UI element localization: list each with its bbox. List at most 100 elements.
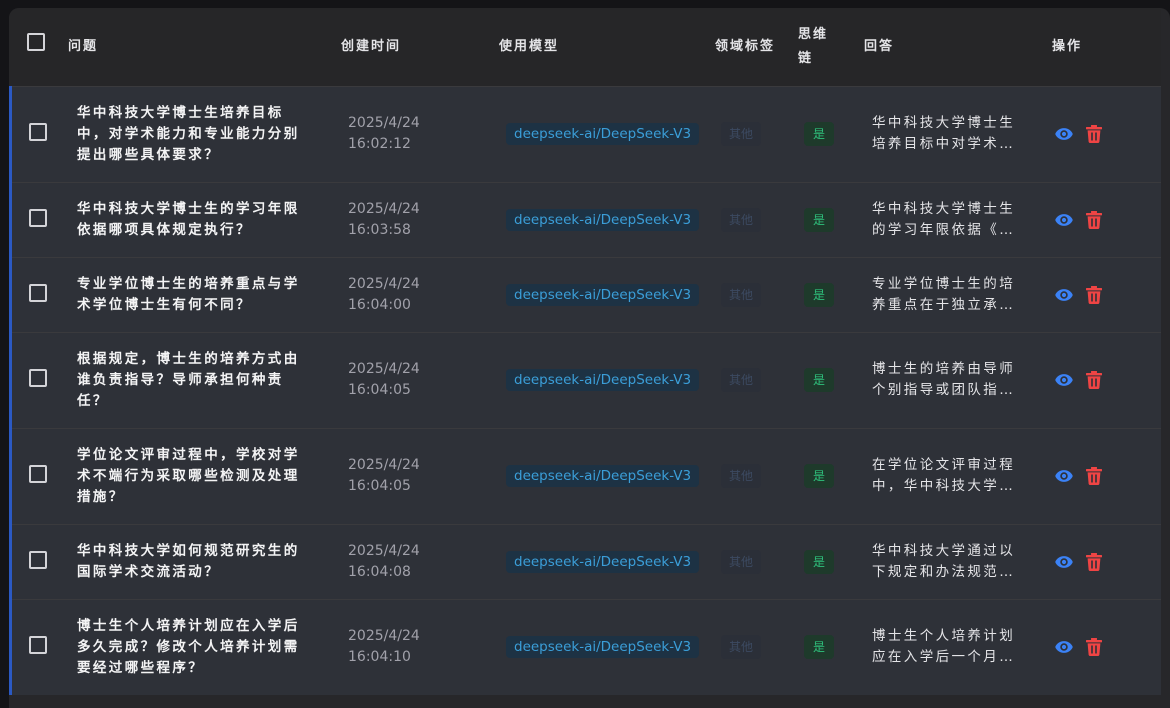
cot-tag: 是 xyxy=(804,549,835,574)
model-tag: deepseek-ai/DeepSeek-V3 xyxy=(506,636,700,659)
created-date: 2025/4/24 xyxy=(348,457,420,473)
table-row[interactable]: 博士生个人培养计划应在入学后 多久完成？修改个人培养计划需 要经过哪些程序？ 2025… xyxy=(9,598,1161,695)
model-tag: deepseek-ai/DeepSeek-V3 xyxy=(506,123,700,145)
created-date: 2025/4/24 xyxy=(348,361,420,377)
trash-icon[interactable] xyxy=(1086,210,1102,229)
table-row[interactable]: 华中科技大学博士生培养目标 中，对学术能力和专业能力分别 提出哪些具体要求？ 2025… xyxy=(9,85,1161,182)
answer-preview[interactable]: 华中科技大学博士生 培养目标中对学术… xyxy=(864,113,1022,155)
row-checkbox[interactable] xyxy=(29,636,47,655)
table-row[interactable]: 华中科技大学博士生的学习年限 依据哪项具体规定执行？ 2025/4/24 16:03:… xyxy=(9,181,1161,257)
table-row[interactable]: 专业学位博士生的培养重点与学 术学位博士生有何不同？ 2025/4/24 16:04:… xyxy=(9,256,1161,332)
created-time: 2025/4/24 16:04:05 xyxy=(341,455,499,497)
table-row[interactable]: 根据规定，博士生的培养方式由 谁负责指导？导师承担何种责 任？ 2025/4/24 16… xyxy=(9,331,1161,428)
answer-line: 博士生的培养由导师 xyxy=(872,361,1016,377)
created-date: 2025/4/24 xyxy=(348,628,420,645)
model-tag: deepseek-ai/DeepSeek-V3 xyxy=(506,465,700,487)
domain-tag: 其他 xyxy=(721,122,762,146)
trash-icon[interactable] xyxy=(1086,467,1102,485)
question-line: 国际学术交流活动？ xyxy=(77,563,221,580)
created-time: 2025/4/24 16:04:00 xyxy=(341,274,499,316)
answer-line: 华中科技大学博士生 xyxy=(872,115,1016,131)
model-tag: deepseek-ai/DeepSeek-V3 xyxy=(506,550,700,573)
eye-icon[interactable] xyxy=(1054,637,1074,657)
domain-tag: 其他 xyxy=(721,464,762,488)
table-row[interactable]: 华中科技大学如何规范研究生的 国际学术交流活动？ 2025/4/24 16:04:08… xyxy=(9,523,1161,599)
header-created[interactable]: 创建时间 xyxy=(341,8,499,86)
trash-icon[interactable] xyxy=(1086,638,1102,657)
question-text[interactable]: 学位论文评审过程中，学校对学 术不端行为采取哪些检测及处理 措施？ xyxy=(68,445,341,508)
header-cot[interactable]: 思维链 xyxy=(798,8,864,86)
question-line: 专业学位博士生的培养重点与学 xyxy=(77,275,300,292)
created-clock: 16:04:10 xyxy=(348,649,411,666)
domain-tag: 其他 xyxy=(721,282,762,307)
row-checkbox[interactable] xyxy=(29,465,47,483)
created-time: 2025/4/24 16:04:08 xyxy=(341,541,499,583)
select-all-checkbox[interactable] xyxy=(27,33,45,52)
answer-line: 中，华中科技大学… xyxy=(872,478,1016,494)
question-line: 措施？ xyxy=(77,488,125,505)
eye-icon[interactable] xyxy=(1054,552,1074,572)
created-clock: 16:04:05 xyxy=(348,382,411,398)
row-checkbox[interactable] xyxy=(29,369,47,387)
answer-preview[interactable]: 在学位论文评审过程 中，华中科技大学… xyxy=(864,455,1022,497)
question-text[interactable]: 专业学位博士生的培养重点与学 术学位博士生有何不同？ xyxy=(68,274,341,316)
eye-icon[interactable] xyxy=(1054,370,1074,390)
question-line: 提出哪些具体要求？ xyxy=(77,146,221,163)
header-domain[interactable]: 领域标签 xyxy=(715,8,798,86)
row-actions xyxy=(1052,637,1161,657)
eye-icon[interactable] xyxy=(1054,210,1074,230)
question-line: 要经过哪些程序？ xyxy=(77,659,205,676)
row-checkbox[interactable] xyxy=(29,283,47,302)
cot-tag: 是 xyxy=(804,282,835,307)
trash-icon[interactable] xyxy=(1086,125,1102,143)
created-clock: 16:04:05 xyxy=(348,478,411,494)
question-line: 术不端行为采取哪些检测及处理 xyxy=(77,467,300,484)
trash-icon[interactable] xyxy=(1086,371,1102,389)
eye-icon[interactable] xyxy=(1054,124,1074,144)
row-checkbox[interactable] xyxy=(29,208,47,227)
created-clock: 16:04:00 xyxy=(348,296,411,313)
table-row[interactable]: 学位论文评审过程中，学校对学 术不端行为采取哪些检测及处理 措施？ 2025/4/24… xyxy=(9,427,1161,524)
question-line: 任？ xyxy=(77,392,109,409)
cot-tag: 是 xyxy=(804,207,835,232)
answer-preview[interactable]: 博士生的培养由导师 个别指导或团队指… xyxy=(864,359,1022,401)
answer-preview[interactable]: 博士生个人培养计划 应在入学后一个月… xyxy=(864,626,1022,668)
row-checkbox[interactable] xyxy=(29,123,47,141)
question-line: 多久完成？修改个人培养计划需 xyxy=(77,638,300,655)
answer-line: 在学位论文评审过程 xyxy=(872,457,1016,473)
created-time: 2025/4/24 16:04:10 xyxy=(341,626,499,668)
cot-tag: 是 xyxy=(804,368,835,392)
header-actions: 操作 xyxy=(1052,38,1083,54)
header-answer[interactable]: 回答 xyxy=(864,8,1052,86)
domain-tag: 其他 xyxy=(721,368,762,392)
eye-icon[interactable] xyxy=(1054,466,1074,486)
answer-preview[interactable]: 专业学位博士生的培 养重点在于独立承… xyxy=(864,274,1022,316)
question-text[interactable]: 博士生个人培养计划应在入学后 多久完成？修改个人培养计划需 要经过哪些程序？ xyxy=(68,616,341,679)
cot-tag: 是 xyxy=(804,464,835,488)
answer-line: 的学习年限依据《… xyxy=(872,221,1016,238)
question-text[interactable]: 华中科技大学如何规范研究生的 国际学术交流活动？ xyxy=(68,541,341,583)
question-text[interactable]: 华中科技大学博士生培养目标 中，对学术能力和专业能力分别 提出哪些具体要求？ xyxy=(68,103,341,166)
question-line: 华中科技大学如何规范研究生的 xyxy=(77,542,300,559)
header-model[interactable]: 使用模型 xyxy=(499,8,715,86)
model-tag: deepseek-ai/DeepSeek-V3 xyxy=(506,208,700,231)
question-text[interactable]: 华中科技大学博士生的学习年限 依据哪项具体规定执行？ xyxy=(68,199,341,241)
trash-icon[interactable] xyxy=(1086,285,1102,304)
eye-icon[interactable] xyxy=(1054,285,1074,305)
trash-icon[interactable] xyxy=(1086,552,1102,571)
row-selected-indicator xyxy=(9,85,12,182)
cot-tag: 是 xyxy=(804,122,835,146)
question-line: 华中科技大学博士生的学习年限 xyxy=(77,200,300,217)
question-line: 术学位博士生有何不同？ xyxy=(77,296,252,313)
question-text[interactable]: 根据规定，博士生的培养方式由 谁负责指导？导师承担何种责 任？ xyxy=(68,349,341,412)
row-selected-indicator xyxy=(9,256,12,332)
created-date: 2025/4/24 xyxy=(348,542,420,559)
header-question[interactable]: 问题 xyxy=(68,8,341,86)
row-checkbox[interactable] xyxy=(29,550,47,569)
answer-preview[interactable]: 华中科技大学通过以 下规定和办法规范… xyxy=(864,541,1022,583)
answer-line: 应在入学后一个月… xyxy=(872,649,1016,666)
created-clock: 16:02:12 xyxy=(348,136,411,152)
question-line: 谁负责指导？导师承担何种责 xyxy=(77,371,284,388)
question-line: 根据规定，博士生的培养方式由 xyxy=(77,350,300,367)
answer-preview[interactable]: 华中科技大学博士生 的学习年限依据《… xyxy=(864,199,1022,241)
